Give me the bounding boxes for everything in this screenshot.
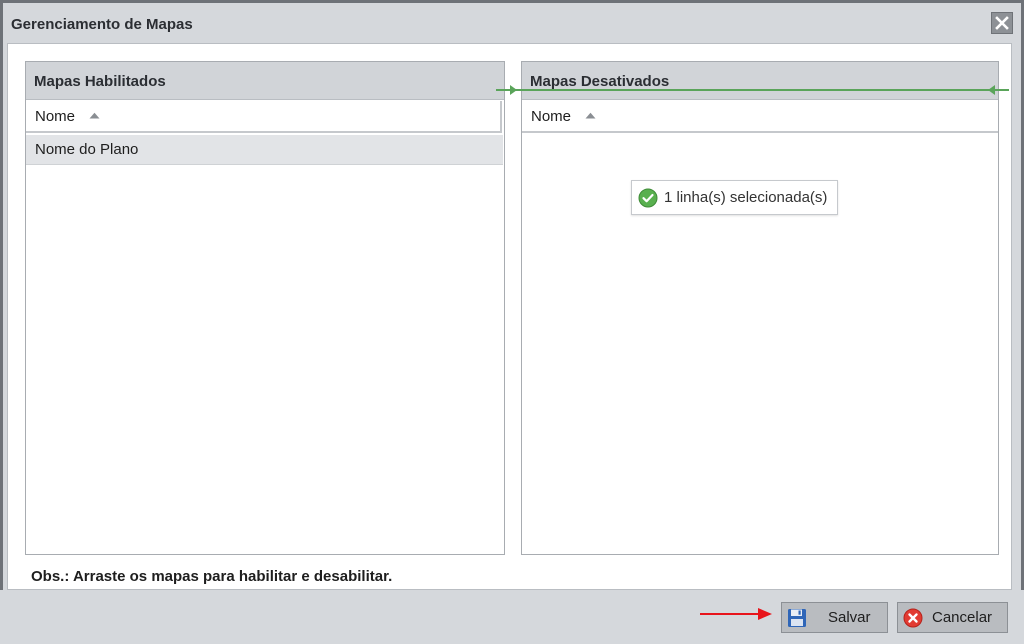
enabled-maps-name-column-header[interactable]: Nome bbox=[26, 101, 502, 133]
disabled-maps-name-column-header[interactable]: Nome bbox=[522, 101, 998, 133]
drop-arrow-right-icon bbox=[496, 85, 517, 95]
annotation-arrow-icon bbox=[700, 608, 772, 620]
instruction-note: Obs.: Arraste os mapas para habilitar e … bbox=[31, 568, 393, 585]
disabled-maps-title: Mapas Desativados bbox=[522, 62, 998, 100]
disabled-maps-grid: Mapas Desativados Nome bbox=[521, 61, 999, 555]
close-icon bbox=[995, 16, 1009, 30]
cancel-button[interactable]: Cancelar bbox=[897, 602, 1008, 633]
row-name-cell: Nome do Plano bbox=[35, 141, 139, 158]
sort-ascending-icon bbox=[585, 112, 596, 119]
sort-ascending-icon bbox=[89, 112, 100, 119]
close-button[interactable] bbox=[991, 12, 1013, 34]
cancel-button-label: Cancelar bbox=[932, 609, 993, 626]
dialog-title: Gerenciamento de Mapas bbox=[11, 16, 193, 33]
drop-position-indicator bbox=[496, 89, 1004, 91]
floppy-disk-icon bbox=[786, 607, 808, 629]
drop-arrow-left-icon bbox=[988, 85, 1009, 95]
cancel-circle-icon bbox=[902, 607, 924, 629]
dialog-body: Mapas Habilitados Nome Nome do Plano Map… bbox=[7, 43, 1012, 590]
column-header-label: Nome bbox=[35, 108, 76, 125]
save-button-label: Salvar bbox=[828, 609, 871, 626]
save-button[interactable]: Salvar bbox=[781, 602, 888, 633]
table-row[interactable]: Nome do Plano bbox=[26, 135, 503, 165]
enabled-maps-title: Mapas Habilitados bbox=[26, 62, 504, 100]
drag-status-tooltip: 1 linha(s) selecionada(s) bbox=[631, 180, 838, 215]
drag-status-text: 1 linha(s) selecionada(s) bbox=[664, 189, 828, 206]
title-bar: Gerenciamento de Mapas bbox=[3, 3, 1021, 45]
enabled-maps-grid: Mapas Habilitados Nome Nome do Plano bbox=[25, 61, 505, 555]
column-header-label: Nome bbox=[531, 108, 572, 125]
check-circle-icon bbox=[638, 188, 658, 208]
